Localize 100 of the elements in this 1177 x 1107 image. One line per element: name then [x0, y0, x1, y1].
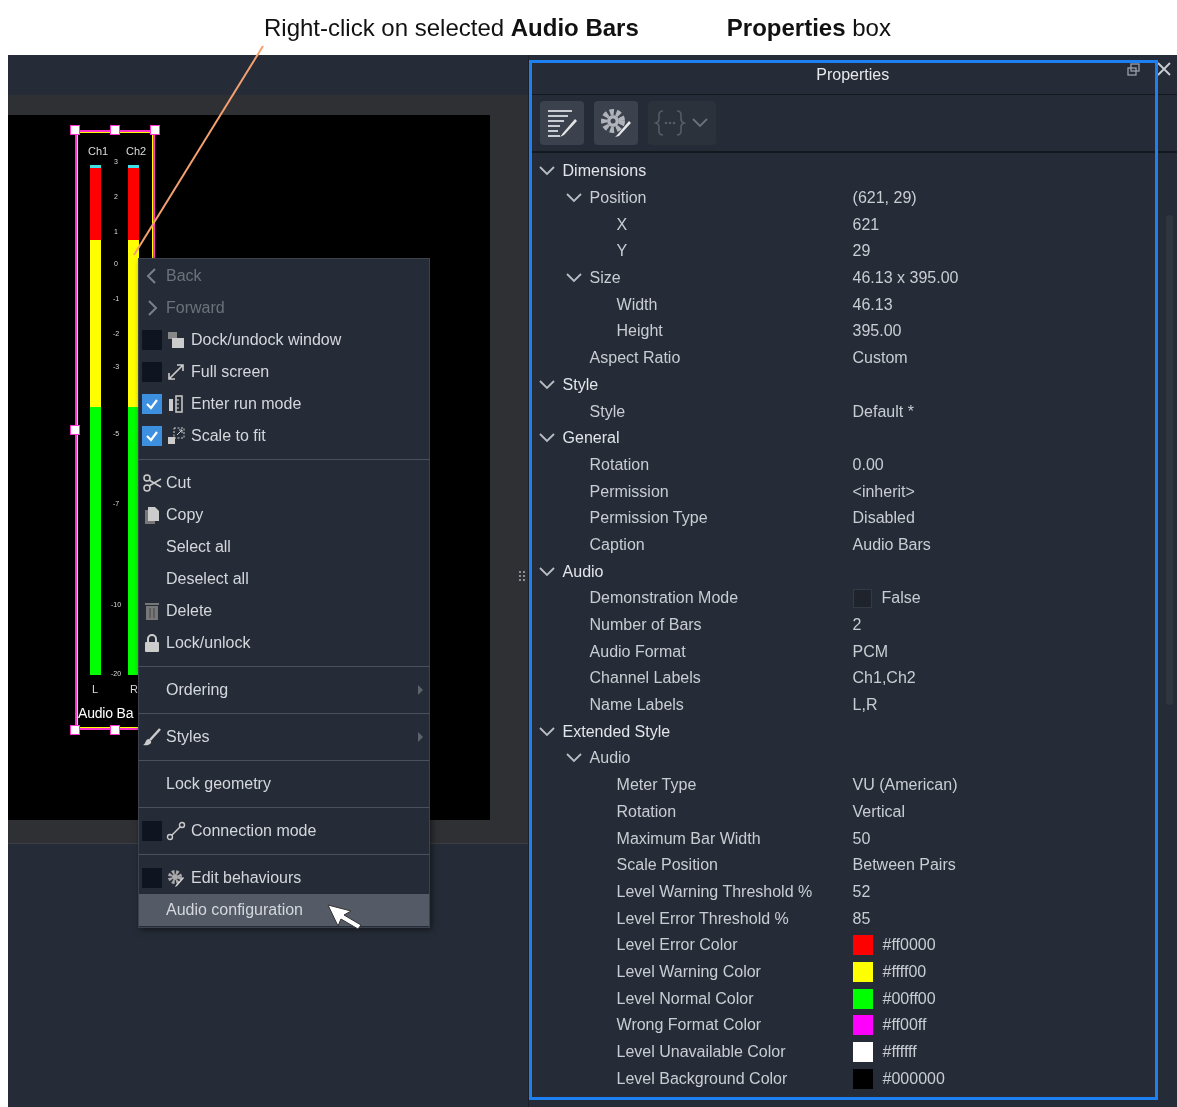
menu-item[interactable]: Delete — [139, 595, 429, 627]
menu-item[interactable]: Full screen — [139, 356, 429, 388]
widget-caption: Audio Ba — [78, 705, 134, 721]
menu-item[interactable]: Lock geometry — [139, 768, 429, 800]
edit-properties-button[interactable] — [539, 101, 584, 145]
property-label: Audio Format — [589, 642, 686, 661]
scissors-icon — [142, 473, 162, 493]
connector-icon — [166, 821, 186, 841]
property-label: Name Labels — [589, 696, 684, 715]
property-label: Audio — [589, 749, 631, 768]
chevron-down-icon[interactable] — [538, 166, 555, 177]
property-value: Disabled — [852, 509, 915, 528]
chevron-down-icon — [691, 118, 708, 128]
property-label: Rotation — [616, 802, 677, 821]
menu-item[interactable]: Deselect all — [139, 563, 429, 595]
windows-icon — [166, 330, 186, 350]
property-value: (621, 29) — [852, 189, 917, 208]
resize-handle[interactable] — [70, 425, 80, 435]
property-label: Rotation — [589, 455, 650, 474]
property-label: Permission Type — [589, 509, 708, 528]
callout-text: Properties box — [726, 13, 891, 42]
property-value: 85 — [852, 909, 871, 928]
property-label: Wrong Format Color — [616, 1016, 762, 1035]
chevron-down-icon[interactable] — [538, 726, 555, 737]
color-swatch[interactable] — [852, 1042, 873, 1063]
property-value: 46.13 — [852, 295, 893, 314]
property-label: Level Error Threshold % — [616, 909, 789, 928]
color-swatch[interactable] — [852, 935, 873, 956]
property-value: Audio Bars — [852, 535, 931, 554]
property-label: Position — [589, 189, 647, 208]
close-icon — [1157, 62, 1171, 76]
property-label: Caption — [589, 535, 645, 554]
gear-pencil-icon — [166, 868, 186, 888]
property-value: L,R — [852, 696, 878, 715]
submenu-arrow-icon — [418, 732, 423, 742]
resize-handle[interactable] — [70, 725, 80, 735]
menu-item[interactable]: Copy — [139, 499, 429, 531]
property-label: Level Warning Threshold % — [616, 882, 813, 901]
menu-item[interactable]: Audio configuration — [139, 894, 429, 926]
float-window-icon — [1127, 63, 1140, 76]
color-swatch[interactable] — [852, 1068, 873, 1089]
menu-item[interactable]: Dock/undock window — [139, 324, 429, 356]
property-label: Extended Style — [562, 722, 671, 741]
property-value: <inherit> — [852, 482, 915, 501]
script-dropdown-button[interactable] — [647, 101, 716, 145]
chevron-down-icon[interactable] — [565, 273, 582, 284]
chevron-down-icon[interactable] — [538, 379, 555, 390]
color-swatch[interactable] — [852, 988, 873, 1009]
resize-handle[interactable] — [110, 725, 120, 735]
chevron-down-icon[interactable] — [538, 566, 555, 577]
property-label: General — [562, 429, 620, 448]
property-label: Style — [562, 375, 599, 394]
lock-icon — [142, 633, 162, 653]
property-value: Default * — [852, 402, 914, 421]
property-label: Aspect Ratio — [589, 349, 681, 368]
paintbrush-icon — [142, 727, 162, 747]
channel-label: Ch1 — [88, 145, 109, 157]
property-label: Channel Labels — [589, 669, 701, 688]
menu-item[interactable]: Styles — [139, 721, 429, 753]
document-icon — [142, 505, 162, 525]
menu-item[interactable]: Lock/unlock — [139, 627, 429, 659]
property-value: #ffffff — [882, 1043, 917, 1062]
property-value: #ffff00 — [882, 962, 927, 981]
pointer-arrow-icon — [327, 903, 363, 931]
property-label: Meter Type — [616, 776, 697, 795]
color-swatch[interactable] — [852, 961, 873, 982]
menu-item[interactable]: Edit behaviours — [139, 862, 429, 894]
property-value: 52 — [852, 882, 871, 901]
property-label: Dimensions — [562, 162, 647, 181]
menu-item[interactable]: Connection mode — [139, 815, 429, 847]
checkbox[interactable] — [142, 394, 162, 414]
property-value: #ff00ff — [882, 1016, 927, 1035]
property-value: 0.00 — [852, 455, 884, 474]
edit-behaviours-button[interactable] — [593, 101, 638, 145]
menu-item[interactable]: Select all — [139, 531, 429, 563]
resize-handle[interactable] — [110, 125, 120, 135]
submenu-arrow-icon — [418, 685, 423, 695]
property-label: Level Warning Color — [616, 962, 761, 981]
property-value: 50 — [852, 829, 871, 848]
menu-item[interactable]: Cut — [139, 467, 429, 499]
color-swatch[interactable] — [852, 1015, 873, 1036]
resize-handle[interactable] — [150, 125, 160, 135]
property-label: Width — [616, 295, 658, 314]
expand-arrows-icon — [166, 362, 186, 382]
menu-item[interactable]: Enter run mode — [139, 388, 429, 420]
chevron-down-icon[interactable] — [538, 433, 555, 444]
menu-item[interactable]: Ordering — [139, 674, 429, 706]
chevron-down-icon[interactable] — [565, 753, 582, 764]
property-label: Audio — [562, 562, 604, 581]
property-value: #00ff00 — [882, 989, 936, 1008]
menu-item[interactable]: Scale to fit — [139, 420, 429, 452]
property-label: X — [616, 215, 628, 234]
checkbox[interactable] — [852, 588, 872, 608]
chevron-down-icon[interactable] — [565, 193, 582, 204]
gear-pencil-icon — [598, 107, 633, 139]
checkbox[interactable] — [142, 426, 162, 446]
name-label: L — [92, 683, 99, 695]
ruler-icon — [166, 394, 186, 414]
property-value: VU (American) — [852, 776, 958, 795]
resize-handle[interactable] — [70, 125, 80, 135]
